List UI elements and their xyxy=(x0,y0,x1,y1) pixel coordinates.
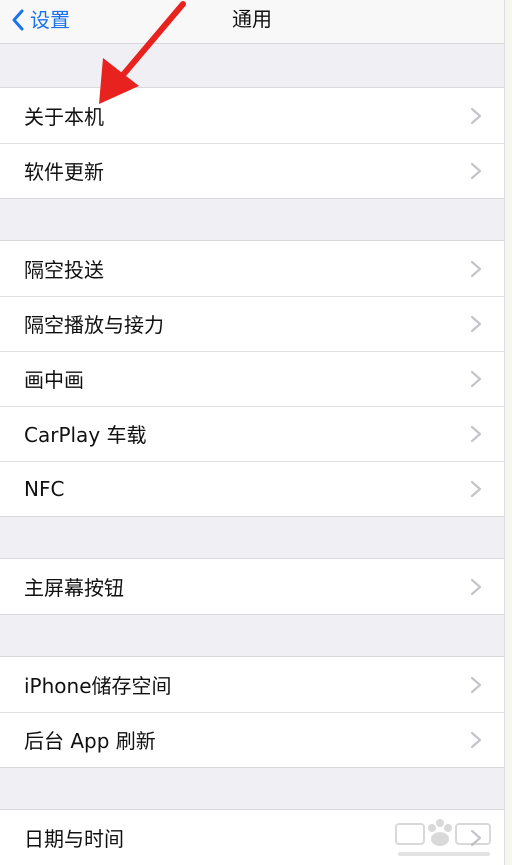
row-carplay[interactable]: CarPlay 车载 xyxy=(0,406,504,461)
chevron-right-icon xyxy=(470,162,482,179)
chevron-right-icon xyxy=(470,578,482,595)
chevron-right-icon xyxy=(470,425,482,442)
settings-general-screen: 设置 通用 关于本机 软件更新 隔空投送 隔空播放与接力 画中画 CarPlay… xyxy=(0,0,504,865)
chevron-right-icon xyxy=(470,731,482,748)
row-label: 主屏幕按钮 xyxy=(24,576,124,600)
chevron-right-icon xyxy=(470,107,482,124)
row-label: NFC xyxy=(24,476,65,501)
row-label: 隔空投送 xyxy=(24,258,104,282)
row-picture-in-picture[interactable]: 画中画 xyxy=(0,351,504,406)
chevron-right-icon xyxy=(470,260,482,277)
row-about-device[interactable]: 关于本机 xyxy=(0,88,504,143)
row-label: 关于本机 xyxy=(24,105,104,129)
row-label: 软件更新 xyxy=(24,160,104,184)
chevron-right-icon xyxy=(470,315,482,332)
row-nfc[interactable]: NFC xyxy=(0,461,504,516)
row-airdrop[interactable]: 隔空投送 xyxy=(0,241,504,296)
row-iphone-storage[interactable]: iPhone储存空间 xyxy=(0,657,504,712)
right-edge-strip xyxy=(504,0,512,865)
settings-group-home-button: 主屏幕按钮 xyxy=(0,558,504,615)
chevron-right-icon xyxy=(470,480,482,497)
row-background-app-refresh[interactable]: 后台 App 刷新 xyxy=(0,712,504,767)
row-home-button[interactable]: 主屏幕按钮 xyxy=(0,559,504,614)
row-airplay-handoff[interactable]: 隔空播放与接力 xyxy=(0,296,504,351)
row-label: 后台 App 刷新 xyxy=(24,729,156,753)
settings-group-about: 关于本机 软件更新 xyxy=(0,87,504,199)
row-label: 画中画 xyxy=(24,368,84,392)
row-label: CarPlay 车载 xyxy=(24,423,147,447)
settings-group-connectivity: 隔空投送 隔空播放与接力 画中画 CarPlay 车载 NFC xyxy=(0,240,504,517)
settings-group-storage: iPhone储存空间 后台 App 刷新 xyxy=(0,656,504,768)
chevron-right-icon xyxy=(470,829,482,846)
row-label: 日期与时间 xyxy=(24,827,124,851)
row-label: 隔空播放与接力 xyxy=(24,313,164,337)
page-title: 通用 xyxy=(232,7,272,31)
row-software-update[interactable]: 软件更新 xyxy=(0,143,504,198)
navigation-bar: 设置 通用 xyxy=(0,0,504,44)
chevron-right-icon xyxy=(470,370,482,387)
row-date-time[interactable]: 日期与时间 xyxy=(0,810,504,865)
row-label: iPhone储存空间 xyxy=(24,674,172,698)
chevron-right-icon xyxy=(470,676,482,693)
settings-group-date-time: 日期与时间 xyxy=(0,809,504,865)
